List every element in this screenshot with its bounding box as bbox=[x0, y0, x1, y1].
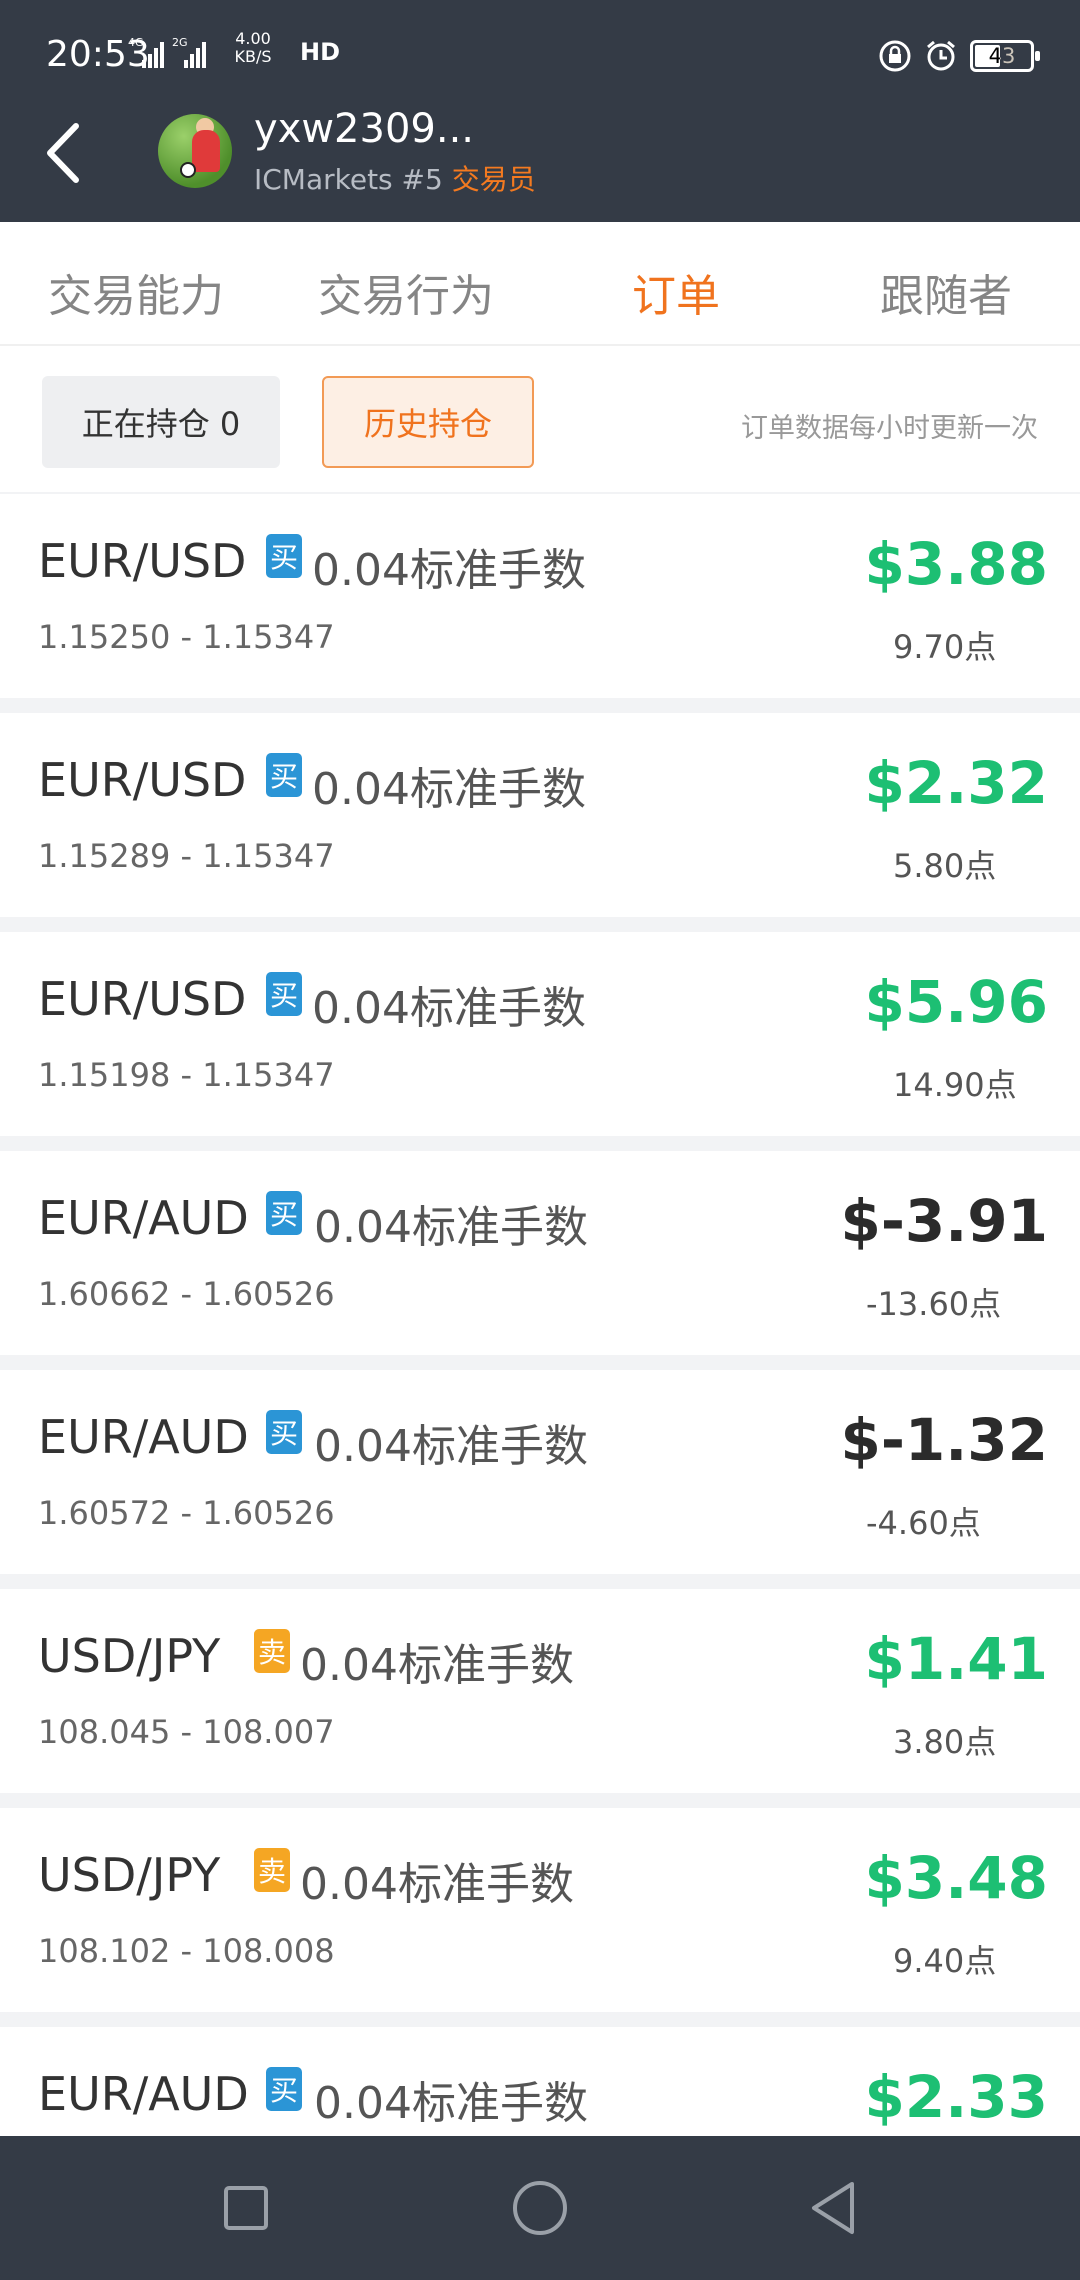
order-row[interactable]: EUR/AUD 买 0.04标准手数 1.60662 - 1.60526 $-3.91 -… bbox=[0, 1151, 1080, 1355]
lot-size: 0.04标准手数 bbox=[314, 1202, 588, 1253]
buy-badge: 买 bbox=[266, 2067, 302, 2111]
profit-points: -13.60点 bbox=[866, 1285, 1002, 1323]
lot-size: 0.04标准手数 bbox=[300, 1640, 574, 1691]
buy-badge: 买 bbox=[266, 534, 302, 578]
price-range: 1.15250 - 1.15347 bbox=[38, 618, 335, 656]
profit-value: $-3.91 bbox=[840, 1187, 1048, 1255]
profit-points: 9.70点 bbox=[893, 628, 997, 666]
status-right: 43 bbox=[878, 36, 1040, 76]
update-note: 订单数据每小时更新一次 bbox=[741, 413, 1038, 444]
currency-pair: EUR/AUD bbox=[38, 1191, 249, 1245]
profit-value: $2.33 bbox=[864, 2063, 1048, 2131]
currency-pair: EUR/AUD bbox=[38, 1410, 249, 1464]
profit-value: $3.48 bbox=[864, 1844, 1048, 1912]
price-range: 108.102 - 108.008 bbox=[38, 1932, 335, 1970]
username: yxw2309... bbox=[254, 106, 474, 152]
currency-pair: EUR/AUD bbox=[38, 2067, 249, 2121]
square-icon[interactable] bbox=[206, 2168, 286, 2248]
profit-points: 3.80点 bbox=[893, 1723, 997, 1761]
lot-size: 0.04标准手数 bbox=[312, 983, 586, 1034]
price-range: 1.60662 - 1.60526 bbox=[38, 1275, 335, 1313]
triangle-back-icon[interactable] bbox=[794, 2168, 874, 2248]
tab-bar: 交易能力 交易行为 订单 跟随者 bbox=[0, 222, 1080, 346]
profit-value: $1.41 bbox=[864, 1625, 1048, 1693]
buy-badge: 买 bbox=[266, 753, 302, 797]
status-bar: 20:53 4G 2G 4.00 KB/S HD 43 bbox=[0, 0, 1080, 110]
profit-value: $5.96 bbox=[864, 968, 1048, 1036]
profit-points: 14.90点 bbox=[893, 1066, 1017, 1104]
circle-icon[interactable] bbox=[500, 2168, 580, 2248]
back-arrow-icon[interactable] bbox=[40, 118, 90, 188]
order-row[interactable]: USD/JPY 卖 0.04标准手数 108.045 - 108.007 $1.41 3.… bbox=[0, 1589, 1080, 1793]
currency-pair: USD/JPY bbox=[38, 1848, 221, 1902]
price-range: 1.15289 - 1.15347 bbox=[38, 837, 335, 875]
buy-badge: 买 bbox=[266, 1410, 302, 1454]
profit-points: -4.60点 bbox=[866, 1504, 981, 1542]
tab-orders[interactable]: 订单 bbox=[632, 260, 720, 324]
profit-value: $-1.32 bbox=[840, 1406, 1048, 1474]
lot-size: 0.04标准手数 bbox=[312, 764, 586, 815]
header: 20:53 4G 2G 4.00 KB/S HD 43 yxw2309... I… bbox=[0, 0, 1080, 222]
broker-name: ICMarkets #5 bbox=[254, 163, 443, 196]
profit-value: $2.32 bbox=[864, 749, 1048, 817]
app: 20:53 4G 2G 4.00 KB/S HD 43 yxw2309... I… bbox=[0, 0, 1080, 2280]
net-speed-unit: KB/S bbox=[234, 47, 272, 66]
currency-pair: EUR/USD bbox=[38, 534, 247, 588]
profit-value: $3.88 bbox=[864, 530, 1048, 598]
signal-icon: 4G 2G bbox=[128, 36, 206, 68]
currency-pair: USD/JPY bbox=[38, 1629, 221, 1683]
order-row[interactable]: USD/JPY 卖 0.04标准手数 108.102 - 108.008 $3.48 9.… bbox=[0, 1808, 1080, 2012]
order-row[interactable]: EUR/USD 买 0.04标准手数 1.15198 - 1.15347 $5.96 14… bbox=[0, 932, 1080, 1136]
history-positions-button[interactable]: 历史持仓 bbox=[322, 376, 534, 468]
lot-size: 0.04标准手数 bbox=[300, 1859, 574, 1910]
avatar[interactable] bbox=[158, 114, 232, 188]
navigation-bar bbox=[0, 2136, 1080, 2280]
net-speed: 4.00 KB/S bbox=[228, 30, 278, 66]
trader-role: 交易员 bbox=[451, 163, 536, 196]
alarm-icon bbox=[927, 40, 955, 71]
sell-badge: 卖 bbox=[254, 1629, 290, 1673]
sell-badge: 卖 bbox=[254, 1848, 290, 1892]
tab-trading-behavior[interactable]: 交易行为 bbox=[318, 260, 494, 324]
currency-pair: EUR/USD bbox=[38, 972, 247, 1026]
price-range: 1.60572 - 1.60526 bbox=[38, 1494, 335, 1532]
account-subtitle: ICMarkets #5 交易员 bbox=[254, 158, 536, 198]
currency-pair: EUR/USD bbox=[38, 753, 247, 807]
filter-row: 正在持仓 0 历史持仓 订单数据每小时更新一次 bbox=[0, 346, 1080, 492]
lot-size: 0.04标准手数 bbox=[314, 2078, 588, 2129]
order-row[interactable]: EUR/USD 买 0.04标准手数 1.15250 - 1.15347 $3.88 9.… bbox=[0, 494, 1080, 698]
order-row[interactable]: EUR/AUD 买 0.04标准手数 1.60572 - 1.60526 $-1.32 -… bbox=[0, 1370, 1080, 1574]
order-row[interactable]: EUR/USD 买 0.04标准手数 1.15289 - 1.15347 $2.32 5.… bbox=[0, 713, 1080, 917]
avatar-ball bbox=[180, 162, 196, 178]
svg-text:4G: 4G bbox=[128, 36, 144, 49]
net-speed-value: 4.00 bbox=[235, 29, 271, 48]
tab-followers[interactable]: 跟随者 bbox=[880, 260, 1012, 324]
battery-icon: 43 bbox=[970, 40, 1040, 72]
open-positions-button[interactable]: 正在持仓 0 bbox=[42, 376, 280, 468]
price-range: 108.045 - 108.007 bbox=[38, 1713, 335, 1751]
profit-points: 5.80点 bbox=[893, 847, 997, 885]
lot-size: 0.04标准手数 bbox=[314, 1421, 588, 1472]
battery-level: 43 bbox=[988, 44, 1016, 68]
hd-indicator: HD bbox=[300, 38, 341, 66]
buy-badge: 买 bbox=[266, 1191, 302, 1235]
price-range: 1.15198 - 1.15347 bbox=[38, 1056, 335, 1094]
lot-size: 0.04标准手数 bbox=[312, 545, 586, 596]
profit-points: 9.40点 bbox=[893, 1942, 997, 1980]
buy-badge: 买 bbox=[266, 972, 302, 1016]
tab-trading-ability[interactable]: 交易能力 bbox=[48, 260, 224, 324]
svg-text:2G: 2G bbox=[172, 36, 188, 49]
avatar-body bbox=[192, 130, 220, 172]
lock-rotation-icon bbox=[879, 40, 911, 72]
